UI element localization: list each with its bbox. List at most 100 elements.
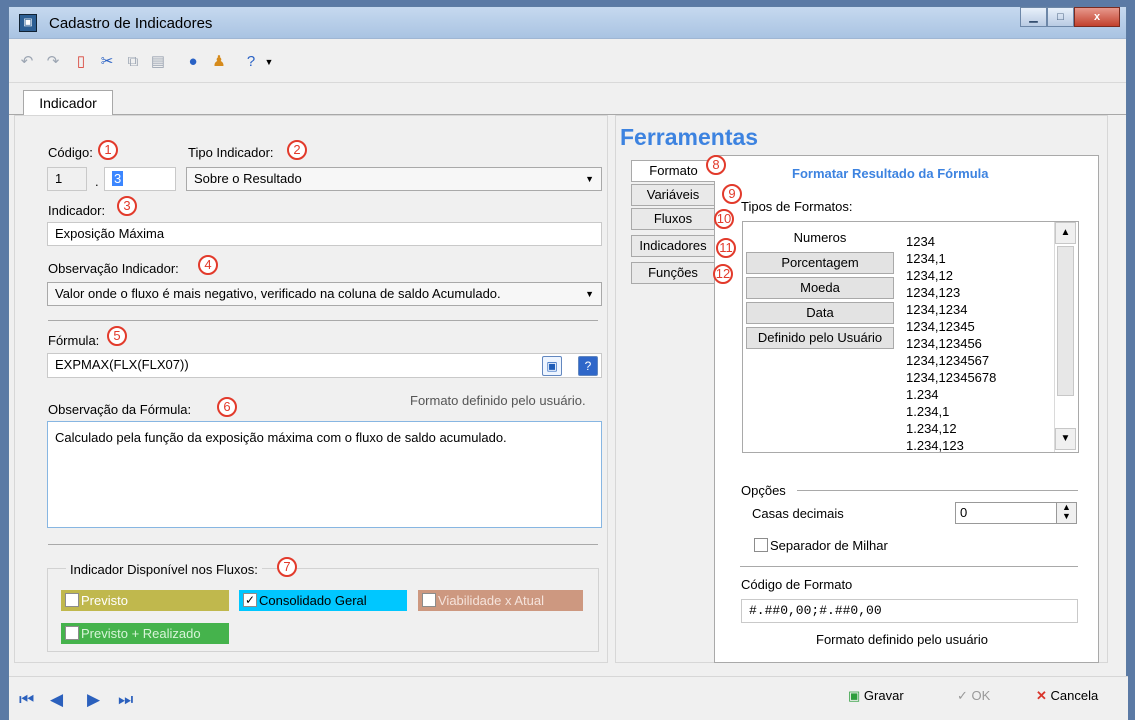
checked-checkbox-icon[interactable]: ✓ bbox=[243, 593, 257, 607]
help-icon[interactable]: ? bbox=[241, 52, 261, 72]
format-item[interactable]: 1234,12 bbox=[906, 268, 953, 283]
checkbox-icon[interactable] bbox=[422, 593, 436, 607]
options-label: Opções bbox=[741, 483, 786, 498]
format-moeda-button[interactable]: Moeda bbox=[746, 277, 894, 299]
checkbox-icon[interactable] bbox=[65, 593, 79, 607]
flow-option-consolidado-geral[interactable]: ✓ Consolidado Geral bbox=[239, 590, 407, 611]
new-document-icon[interactable]: ▯ bbox=[71, 52, 91, 72]
format-item[interactable]: 1234,123 bbox=[906, 285, 960, 300]
tab-formato[interactable]: Formato bbox=[631, 160, 715, 182]
format-numeros-button[interactable]: Numeros bbox=[746, 227, 894, 249]
flow-option-previsto-realizado[interactable]: Previsto + Realizado bbox=[61, 623, 229, 644]
tipo-indicador-select[interactable]: Sobre o Resultado ▼ bbox=[186, 167, 602, 191]
format-item[interactable]: 1234,1 bbox=[906, 251, 946, 266]
flow-option-previsto[interactable]: Previsto bbox=[61, 590, 229, 611]
thousands-separator-checkbox[interactable]: Separador de Milhar bbox=[750, 535, 920, 556]
previous-record-icon[interactable]: ◀ bbox=[50, 690, 63, 710]
checkbox-icon[interactable] bbox=[65, 626, 79, 640]
cancel-label: Cancela bbox=[1050, 688, 1099, 703]
undo-icon[interactable]: ↶ bbox=[17, 52, 37, 72]
first-record-icon[interactable]: ⏮ bbox=[19, 690, 34, 710]
paste-icon[interactable]: ▤ bbox=[148, 52, 168, 72]
formula-editor-icon[interactable]: ▣ bbox=[542, 356, 562, 376]
tab-fluxos[interactable]: Fluxos bbox=[631, 208, 715, 230]
next-record-icon[interactable]: ▶ bbox=[87, 690, 100, 710]
obs-formula-label: Observação da Fórmula: bbox=[48, 402, 192, 417]
save-button[interactable]: ▣ Gravar bbox=[848, 688, 904, 704]
tab-indicadores[interactable]: Indicadores bbox=[631, 235, 715, 257]
format-item[interactable]: 1.234,12 bbox=[906, 421, 957, 436]
format-item[interactable]: 1234,12345 bbox=[906, 319, 975, 334]
tab-strip: Indicador bbox=[9, 83, 1126, 116]
checkbox-icon[interactable] bbox=[754, 538, 768, 552]
tab-indicador[interactable]: Indicador bbox=[23, 90, 113, 116]
format-item[interactable]: 1234,123456 bbox=[906, 336, 982, 351]
flow-option-viabilidade[interactable]: Viabilidade x Atual bbox=[418, 590, 583, 611]
format-usuario-button[interactable]: Definido pelo Usuário bbox=[746, 327, 894, 349]
badge-10: 10 bbox=[714, 209, 734, 229]
divider bbox=[797, 490, 1078, 491]
scroll-down-icon[interactable]: ▼ bbox=[1055, 428, 1076, 450]
decimal-places-value: 0 bbox=[960, 505, 968, 520]
ok-label: OK bbox=[971, 688, 991, 703]
format-item[interactable]: 1.234,1 bbox=[906, 404, 949, 419]
title-bar: ▣ Cadastro de Indicadores ▁ □ x bbox=[9, 7, 1126, 39]
badge-2: 2 bbox=[287, 140, 307, 160]
redo-icon[interactable]: ↷ bbox=[43, 52, 63, 72]
spin-icon[interactable]: ▲ ▼ bbox=[1056, 503, 1076, 523]
indicador-label: Indicador: bbox=[48, 203, 106, 218]
flow-option-label: Previsto + Realizado bbox=[81, 626, 201, 641]
codigo-field[interactable]: 3 bbox=[104, 167, 176, 191]
chevron-down-icon: ▼ bbox=[585, 174, 594, 184]
badge-3: 3 bbox=[117, 196, 137, 216]
check-icon: ✓ bbox=[957, 688, 968, 703]
chevron-down-icon: ▼ bbox=[585, 289, 594, 299]
user-icon[interactable]: ♟ bbox=[209, 52, 229, 72]
codigo-separator: . bbox=[95, 174, 99, 189]
tab-variaveis[interactable]: Variáveis bbox=[631, 184, 715, 206]
scroll-up-icon[interactable]: ▲ bbox=[1055, 222, 1076, 244]
format-code-label: Código de Formato bbox=[741, 577, 853, 592]
flow-option-label: Consolidado Geral bbox=[259, 593, 367, 608]
flow-option-label: Previsto bbox=[81, 593, 128, 608]
cut-icon[interactable]: ✂ bbox=[97, 52, 117, 72]
formula-field[interactable]: EXPMAX(FLX(FLX07)) bbox=[47, 353, 602, 378]
tool-heading: Formatar Resultado da Fórmula bbox=[792, 166, 989, 181]
badge-8: 8 bbox=[706, 155, 726, 175]
formula-help-icon[interactable]: ? bbox=[578, 356, 598, 376]
tipo-indicador-label: Tipo Indicador: bbox=[188, 145, 274, 160]
format-item[interactable]: 1.234 bbox=[906, 387, 939, 402]
observacao-indicador-select[interactable]: Valor onde o fluxo é mais negativo, veri… bbox=[47, 282, 602, 306]
cancel-button[interactable]: ✕ Cancela bbox=[1036, 688, 1098, 704]
format-data-button[interactable]: Data bbox=[746, 302, 894, 324]
maximize-icon[interactable]: □ bbox=[1047, 7, 1074, 27]
badge-11: 11 bbox=[716, 238, 736, 258]
copy-icon[interactable]: ⧉ bbox=[123, 52, 143, 72]
format-porcentagem-button[interactable]: Porcentagem bbox=[746, 252, 894, 274]
divider bbox=[48, 320, 598, 321]
format-item[interactable]: 1.234,123 bbox=[906, 438, 964, 453]
ok-button[interactable]: ✓ OK bbox=[957, 688, 990, 704]
obs-formula-textarea[interactable]: Calculado pela função da exposição máxim… bbox=[47, 421, 602, 528]
last-record-icon[interactable]: ⏭ bbox=[118, 690, 133, 710]
close-icon[interactable]: x bbox=[1074, 7, 1120, 27]
info-icon[interactable]: ● bbox=[183, 52, 203, 72]
format-item[interactable]: 1234 bbox=[906, 234, 935, 249]
indicador-field[interactable]: Exposição Máxima bbox=[47, 222, 602, 246]
format-item[interactable]: 1234,1234567 bbox=[906, 353, 989, 368]
format-item[interactable]: 1234,12345678 bbox=[906, 370, 996, 385]
badge-4: 4 bbox=[198, 255, 218, 275]
format-scrollbar[interactable]: ▲ ▼ bbox=[1054, 222, 1076, 452]
cancel-icon: ✕ bbox=[1036, 688, 1047, 703]
window-controls: ▁ □ x bbox=[1020, 7, 1120, 27]
format-item[interactable]: 1234,1234 bbox=[906, 302, 967, 317]
format-code-field[interactable]: #.##0,00;#.##0,00 bbox=[741, 599, 1078, 623]
scroll-thumb[interactable] bbox=[1057, 246, 1074, 396]
format-types-label: Tipos de Formatos: bbox=[741, 199, 853, 214]
decimal-places-spinner[interactable]: 0 ▲ ▼ bbox=[955, 502, 1077, 524]
minimize-icon[interactable]: ▁ bbox=[1020, 7, 1047, 27]
codigo-value: 3 bbox=[112, 171, 124, 186]
dropdown-icon[interactable]: ▼ bbox=[259, 52, 279, 72]
formula-label: Fórmula: bbox=[48, 333, 100, 348]
tab-funcoes[interactable]: Funções bbox=[631, 262, 715, 284]
